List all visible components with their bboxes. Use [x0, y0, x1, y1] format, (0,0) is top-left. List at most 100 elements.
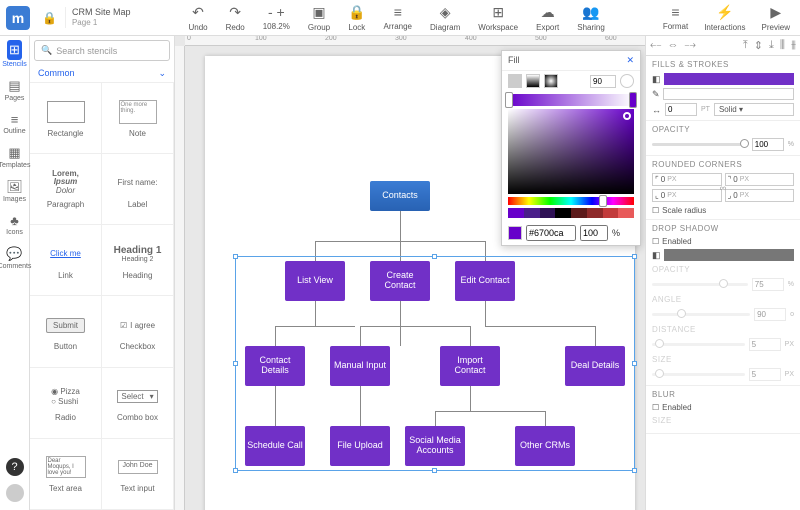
align-left-icon[interactable]: ⤌	[650, 39, 661, 52]
shadow-color-icon[interactable]: ◧	[652, 250, 661, 261]
format-button[interactable]: ≡Format	[663, 4, 688, 32]
hex-input[interactable]	[526, 225, 576, 241]
blur-enabled-checkbox[interactable]: ☐Enabled	[652, 403, 794, 412]
linear-fill-tab[interactable]	[526, 74, 540, 88]
preview-button[interactable]: ▶Preview	[762, 4, 790, 32]
lock-button[interactable]: 🔒Lock	[348, 4, 365, 32]
corner-tl[interactable]: ⌜ 0 PX	[652, 173, 722, 186]
undo-icon: ↶	[192, 4, 204, 21]
align-right-icon[interactable]: ⤍	[684, 39, 695, 52]
stencil-link[interactable]: Click meLink	[30, 225, 102, 296]
help-button[interactable]: ?	[6, 458, 24, 476]
diagram-button[interactable]: ◈Diagram	[430, 4, 460, 32]
stencil-button[interactable]: SubmitButton	[30, 296, 102, 367]
align-center-icon[interactable]: ⇔	[667, 39, 678, 52]
group-button[interactable]: ▣Group	[308, 4, 330, 32]
export-button[interactable]: ☁Export	[536, 4, 559, 32]
corner-bl[interactable]: ⌞ 0 PX	[652, 189, 722, 202]
rail-icons[interactable]: ♣Icons	[6, 213, 23, 236]
canvas[interactable]: 0100200300400500600 Contacts List View C…	[175, 36, 645, 510]
stencil-textinput[interactable]: John DoeText input	[102, 439, 174, 510]
opacity-input[interactable]	[590, 75, 616, 88]
shadow-angle-slider[interactable]	[652, 313, 750, 316]
lock-icon[interactable]: 🔒	[42, 11, 57, 25]
distribute-h-icon[interactable]: ⫼	[780, 39, 785, 52]
stencil-rectangle[interactable]: Rectangle	[30, 83, 102, 154]
fill-color[interactable]	[664, 73, 794, 85]
arrange-icon: ≡	[394, 4, 402, 20]
left-rail: ⊞Stencils ▤Pages ≡Outline ▦Templates 🖼Im…	[0, 36, 30, 510]
shadow-enabled-checkbox[interactable]: ☐Enabled	[652, 237, 794, 246]
shadow-size-value[interactable]	[749, 368, 781, 381]
stencil-textarea[interactable]: Dear Moqups, I love you!Text area	[30, 439, 102, 510]
chevron-down-icon: ⌄	[158, 68, 166, 79]
workspace-button[interactable]: ⊞Workspace	[478, 4, 518, 32]
opacity-value[interactable]	[752, 138, 784, 151]
rail-stencils[interactable]: ⊞Stencils	[2, 40, 27, 68]
shadow-angle-value[interactable]	[754, 308, 786, 321]
stroke-style-select[interactable]: Solid ▾	[714, 103, 794, 116]
interactions-icon: ⚡	[716, 4, 733, 21]
selection-box[interactable]	[235, 256, 635, 471]
rail-outline[interactable]: ≡Outline	[3, 112, 25, 135]
radial-fill-tab[interactable]	[544, 74, 558, 88]
stroke-icon[interactable]: ✎	[652, 89, 660, 100]
format-icon: ≡	[671, 4, 679, 20]
app-logo[interactable]: m	[6, 6, 30, 30]
fill-icon[interactable]: ◧	[652, 74, 661, 85]
align-top-icon[interactable]: ⤒	[743, 39, 748, 52]
redo-button[interactable]: ↷Redo	[226, 4, 245, 32]
shadow-opacity-value[interactable]	[752, 278, 784, 291]
interactions-button[interactable]: ⚡Interactions	[704, 4, 745, 32]
align-middle-icon[interactable]: ⇕	[754, 39, 763, 52]
zoom-control[interactable]: - +108.2%	[263, 4, 290, 32]
close-icon[interactable]: ✕	[626, 55, 634, 66]
rail-pages[interactable]: ▤Pages	[5, 78, 25, 102]
align-bottom-icon[interactable]: ⤓	[769, 39, 774, 52]
file-page: Page 1	[72, 18, 131, 28]
ruler-vertical	[175, 46, 185, 510]
stencil-combo[interactable]: Select▾Combo box	[102, 368, 174, 439]
opacity-slider[interactable]	[652, 143, 748, 146]
stencil-radio[interactable]: ◉ Pizza○ SushiRadio	[30, 368, 102, 439]
undo-button[interactable]: ↶Undo	[188, 4, 207, 32]
shadow-opacity-slider[interactable]	[652, 283, 748, 286]
rail-comments[interactable]: 💬Comments	[0, 246, 31, 270]
distribute-v-icon[interactable]: ⫵	[791, 39, 796, 52]
top-toolbar: m 🔒 CRM Site Map Page 1 ↶Undo ↷Redo - +1…	[0, 0, 800, 36]
user-avatar[interactable]	[6, 484, 24, 502]
angle-icon[interactable]	[620, 74, 634, 88]
corner-tr[interactable]: ⌝ 0 PX	[725, 173, 795, 186]
stroke-width-input[interactable]	[665, 103, 697, 116]
stroke-color[interactable]	[663, 88, 794, 100]
stencil-heading[interactable]: Heading 1Heading 2Heading	[102, 225, 174, 296]
lock-tool-icon: 🔒	[348, 4, 365, 21]
node-contacts[interactable]: Contacts	[370, 181, 430, 211]
stencil-label[interactable]: First name:Label	[102, 154, 174, 225]
sharing-button[interactable]: 👥Sharing	[577, 4, 605, 32]
shadow-color[interactable]	[664, 249, 794, 261]
search-input[interactable]: 🔍Search stencils	[34, 40, 170, 61]
gradient-bar[interactable]	[508, 94, 634, 106]
category-header[interactable]: Common⌄	[30, 65, 174, 83]
recent-colors[interactable]	[508, 208, 634, 218]
link-corners-icon[interactable]: ∞	[720, 183, 726, 193]
stencil-note[interactable]: One more thing.Note	[102, 83, 174, 154]
rail-images[interactable]: 🖼Images	[3, 179, 26, 203]
preview-icon: ▶	[770, 4, 781, 21]
shadow-distance-slider[interactable]	[652, 343, 745, 346]
alpha-input[interactable]	[580, 225, 608, 241]
stencil-checkbox[interactable]: ☑I agreeCheckbox	[102, 296, 174, 367]
stencil-paragraph[interactable]: Lorem,IpsumDolorParagraph	[30, 154, 102, 225]
shadow-distance-value[interactable]	[749, 338, 781, 351]
file-info[interactable]: CRM Site Map Page 1	[65, 7, 131, 27]
corner-br[interactable]: ⌟ 0 PX	[725, 189, 795, 202]
color-field[interactable]	[508, 109, 634, 194]
hue-slider[interactable]	[508, 197, 634, 205]
sharing-icon: 👥	[582, 4, 599, 21]
shadow-size-slider[interactable]	[652, 373, 745, 376]
solid-fill-tab[interactable]	[508, 74, 522, 88]
scale-radius-checkbox[interactable]: ☐Scale radius	[652, 206, 794, 215]
rail-templates[interactable]: ▦Templates	[0, 145, 30, 169]
arrange-button[interactable]: ≡Arrange	[384, 4, 412, 32]
